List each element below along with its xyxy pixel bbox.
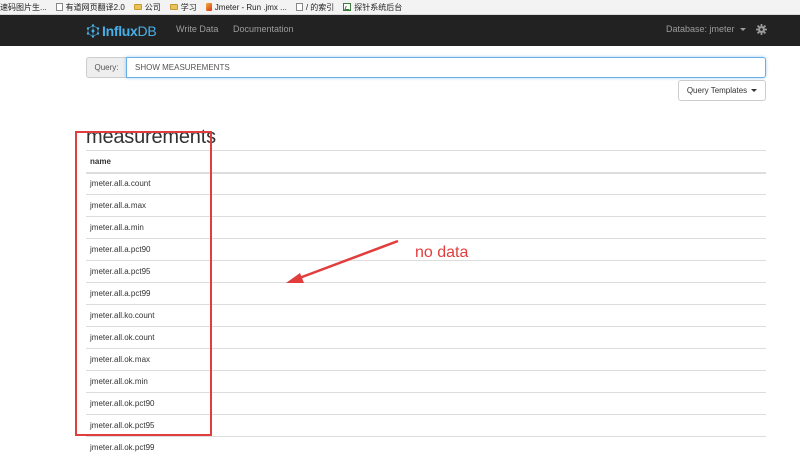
bookmark-3[interactable]: 学习: [169, 2, 197, 13]
folder-icon: [133, 4, 142, 10]
query-templates-button[interactable]: Query Templates: [678, 80, 766, 101]
bookmark-4[interactable]: Jmeter - Run .jmx ...: [205, 2, 287, 12]
table-row: jmeter.all.ok.pct99: [86, 436, 766, 459]
bookmarks-bar: 速码图片生... 有道网页翻译2.0 公司 学习 Jmeter - Run .j…: [0, 0, 800, 15]
query-templates-label: Query Templates: [686, 86, 748, 95]
annotation-highlight-box: [75, 131, 212, 436]
folder-icon: [169, 4, 178, 10]
bookmark-label: / 的索引: [305, 2, 335, 12]
top-navbar: InfluxDB Write Data Documentation Databa…: [0, 15, 800, 46]
chart-icon: [343, 3, 352, 11]
brand-suffix: DB: [137, 22, 157, 39]
nav-documentation[interactable]: Documentation: [233, 24, 294, 34]
jmeter-icon: [205, 3, 212, 11]
bookmark-label: 公司: [144, 2, 161, 12]
brand-text: InfluxDB: [102, 22, 157, 39]
database-label: Database: jmeter: [666, 24, 735, 34]
chevron-down-icon: [739, 27, 746, 31]
query-input[interactable]: [126, 57, 766, 78]
query-group: Query:: [86, 57, 766, 78]
annotation-arrow-icon: [286, 239, 399, 283]
bookmark-label: 学习: [180, 2, 197, 12]
bookmark-label: 探针系统后台: [354, 2, 403, 12]
database-dropdown[interactable]: Database: jmeter: [666, 24, 746, 34]
bookmark-2[interactable]: 公司: [133, 2, 161, 13]
page-icon: [295, 3, 303, 11]
annotation-note: no data: [415, 244, 469, 261]
influxdb-logo-icon: [86, 23, 100, 38]
bookmark-label: Jmeter - Run .jmx ...: [214, 2, 287, 12]
bookmark-label: 速码图片生...: [0, 2, 47, 12]
page-icon: [55, 3, 63, 11]
chevron-down-icon: [751, 89, 758, 92]
influxdb-brand[interactable]: InfluxDB: [86, 22, 157, 39]
bookmark-0[interactable]: 速码图片生...: [0, 2, 47, 13]
bookmark-label: 有道网页翻译2.0: [65, 2, 125, 12]
bookmark-1[interactable]: 有道网页翻译2.0: [55, 2, 125, 13]
gear-icon[interactable]: [756, 24, 767, 35]
bookmark-5[interactable]: / 的索引: [295, 2, 335, 13]
table-cell: jmeter.all.ok.pct99: [86, 436, 766, 459]
bookmark-6[interactable]: 探针系统后台: [343, 2, 402, 13]
brand-prefix: Influx: [102, 22, 138, 39]
nav-write-data[interactable]: Write Data: [176, 24, 218, 34]
query-label: Query:: [86, 57, 126, 78]
